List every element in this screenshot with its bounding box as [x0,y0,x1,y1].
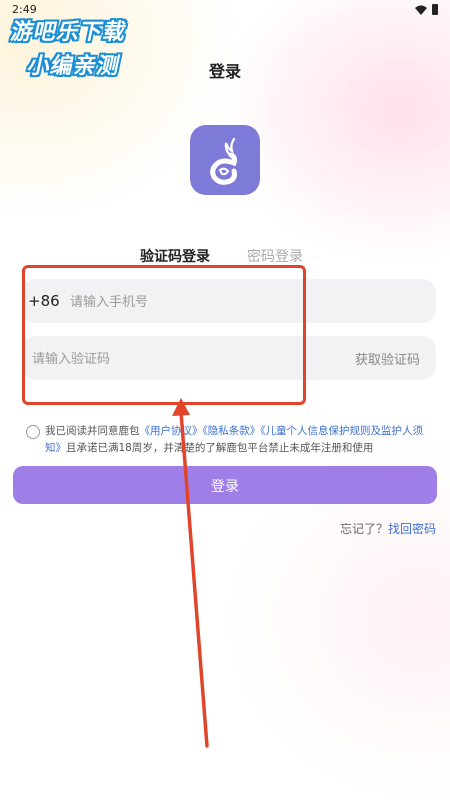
code-input[interactable] [30,336,284,382]
country-code[interactable]: +86 [28,292,60,310]
watermark-line1: 游吧乐下载 [8,20,129,45]
login-button[interactable]: 登录 [13,466,437,504]
phone-input[interactable] [68,279,372,325]
agreement-prefix: 我已阅读并同意鹿包 [45,425,140,437]
phone-field: +86 [22,279,436,325]
forgot-password: 忘记了？找回密码 [340,520,436,537]
agree-checkbox[interactable] [26,425,40,439]
wifi-icon [415,5,427,15]
tab-code-login[interactable]: 验证码登录 [140,246,210,266]
page-title: 登录 [208,62,241,81]
forgot-text: 忘记了？ [339,522,388,536]
get-code-button[interactable]: 获取验证码 [355,349,420,368]
agreement: 我已阅读并同意鹿包《用户协议》《隐私条款》《儿童个人信息保护规则及监护人须知》且… [26,423,438,457]
user-agreement-link[interactable]: 《用户协议》 [140,425,203,437]
tab-password-login[interactable]: 密码登录 [247,246,303,266]
privacy-link[interactable]: 《隐私条款》 [203,425,261,437]
agreement-text: 我已阅读并同意鹿包《用户协议》《隐私条款》《儿童个人信息保护规则及监护人须知》且… [26,423,438,457]
code-field: 获取验证码 [22,336,436,382]
status-icons [415,4,438,15]
app-logo [190,125,260,195]
battery-icon [432,4,438,15]
recover-password-link[interactable]: 找回密码 [388,522,436,536]
agreement-suffix: 且承诺已满18周岁，并清楚的了解鹿包平台禁止未成年注册和使用 [66,442,374,454]
deer-logo-icon [210,137,238,185]
annotation-arrow [172,398,209,748]
